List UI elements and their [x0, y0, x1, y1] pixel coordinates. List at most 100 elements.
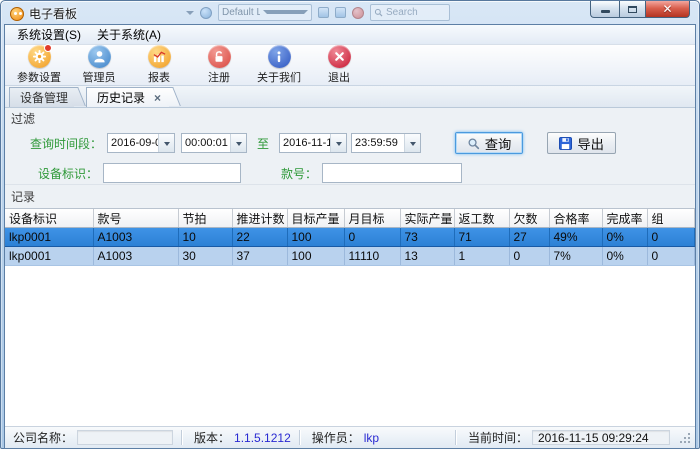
menu-about-system[interactable]: 关于系统(A) [89, 25, 169, 44]
tab-label: 历史记录 [97, 89, 145, 106]
column-header[interactable]: 款号 [93, 209, 178, 228]
cell: 0 [344, 228, 400, 247]
client-area: 系统设置(S) 关于系统(A) 参数设置 管理员 [4, 24, 696, 449]
toolbar-register[interactable]: 注册 [189, 46, 249, 84]
column-header[interactable]: 目标产量 [287, 209, 344, 228]
date-to-picker[interactable]: 2016-11-15 [279, 133, 347, 153]
cell: 13 [400, 247, 454, 266]
layout-combo[interactable]: Default Layout [218, 4, 312, 21]
cell: A1003 [93, 247, 178, 266]
toolbar-reports[interactable]: 报表 [129, 46, 189, 84]
column-header[interactable]: 欠数 [509, 209, 549, 228]
table-row[interactable]: lkp0001 A1003 10 22 100 0 73 71 27 49% 0 [5, 228, 695, 247]
column-header[interactable]: 完成率 [602, 209, 647, 228]
column-header[interactable]: 合格率 [549, 209, 602, 228]
chevron-down-icon[interactable] [330, 134, 346, 152]
date-from-value: 2016-09-01 [108, 137, 158, 149]
column-header[interactable]: 组 [647, 209, 695, 228]
cell: lkp0001 [5, 228, 93, 247]
toolbar-parameter-settings[interactable]: 参数设置 [9, 46, 69, 84]
unlock-icon [208, 45, 231, 68]
grid-header-row: 设备标识 款号 节拍 推进计数 目标产量 月目标 实际产量 返工数 欠数 合格率 [5, 209, 695, 228]
filter-group-label: 过滤 [5, 108, 695, 127]
toolbar-exit[interactable]: 退出 [309, 46, 369, 84]
date-from-picker[interactable]: 2016-09-01 [107, 133, 175, 153]
close-icon: ✕ [662, 3, 672, 15]
table-row[interactable]: lkp0001 A1003 30 37 100 11110 13 1 0 7% [5, 247, 695, 266]
tab-device-management[interactable]: 设备管理 [9, 87, 74, 107]
layout-combo-value: Default Layout [222, 7, 260, 18]
toolbar-administrator[interactable]: 管理员 [69, 46, 129, 84]
gear-icon [28, 45, 51, 68]
record-icon[interactable] [352, 7, 364, 19]
cell: lkp0001 [5, 247, 93, 266]
minimize-button[interactable] [590, 1, 619, 18]
device-id-label: 设备标识： [38, 165, 98, 182]
export-button[interactable]: 导出 [547, 132, 616, 154]
chevron-down-icon[interactable] [158, 134, 174, 152]
menu-system-settings[interactable]: 系统设置(S) [9, 25, 89, 44]
window-title: 电子看板 [29, 5, 77, 22]
save-layout-icon[interactable] [318, 7, 329, 18]
filter-buttons: 查询 导出 [455, 132, 616, 154]
filter-row-keys: 设备标识： 款号： [38, 162, 695, 184]
chevron-down-icon[interactable] [230, 134, 246, 152]
time-from-picker[interactable]: 00:00:01 [181, 133, 247, 153]
cell: 100 [287, 247, 344, 266]
load-layout-icon[interactable] [335, 7, 346, 18]
chart-icon [148, 45, 171, 68]
style-no-label: 款号： [281, 165, 317, 182]
resize-grip-icon[interactable] [678, 431, 691, 444]
cell: 10 [178, 228, 232, 247]
to-label: 至 [257, 135, 269, 152]
layout-icon[interactable] [200, 7, 212, 19]
toolbar-item-label: 管理员 [83, 69, 116, 85]
device-id-input[interactable] [103, 163, 241, 183]
time-to-picker[interactable]: 23:59:59 [351, 133, 421, 153]
version-label: 版本： [194, 429, 230, 446]
records-grid: 设备标识 款号 节拍 推进计数 目标产量 月目标 实际产量 返工数 欠数 合格率 [5, 208, 695, 426]
filter-row-time: 查询时间段： 2016-09-01 00:00:01 至 2016-11-15 [30, 132, 695, 154]
time-from-value: 00:00:01 [182, 137, 230, 149]
statusbar: 公司名称： 版本： 1.1.5.1212 操作员： lkp 当前时间： 2016… [5, 426, 695, 448]
column-header[interactable]: 月目标 [344, 209, 400, 228]
cell: 11110 [344, 247, 400, 266]
cell: 7% [549, 247, 602, 266]
window-controls: ✕ [590, 1, 690, 18]
operator-label: 操作员： [312, 429, 360, 446]
column-header[interactable]: 实际产量 [400, 209, 454, 228]
query-button[interactable]: 查询 [455, 132, 524, 154]
chevron-down-icon[interactable] [404, 134, 420, 152]
current-time-value: 2016-11-15 09:29:24 [532, 430, 670, 445]
quick-access-toolbar: Default Layout Search [186, 4, 450, 21]
app-icon [10, 7, 24, 21]
notification-badge [44, 44, 52, 52]
statusbar-divider [181, 430, 182, 445]
statusbar-divider [455, 430, 456, 445]
operator-value: lkp [364, 431, 379, 445]
toolbar-item-label: 注册 [208, 69, 230, 85]
style-no-input[interactable] [322, 163, 462, 183]
toolbar-about-us[interactable]: 关于我们 [249, 46, 309, 84]
maximize-button[interactable] [619, 1, 646, 18]
time-range-label: 查询时间段： [30, 135, 102, 152]
cell: 100 [287, 228, 344, 247]
cell: 0% [602, 247, 647, 266]
cell: 30 [178, 247, 232, 266]
statusbar-divider [299, 430, 300, 445]
titlebar-search-input[interactable]: Search [370, 4, 450, 21]
maximize-icon [628, 6, 637, 13]
history-records-page: 过滤 查询时间段： 2016-09-01 00:00:01 至 2016-11-… [5, 108, 695, 426]
tab-close-icon[interactable]: × [152, 92, 163, 104]
chevron-down-icon[interactable] [186, 11, 194, 19]
column-header[interactable]: 设备标识 [5, 209, 93, 228]
tab-history-records[interactable]: 历史记录 × [86, 87, 169, 107]
column-header[interactable]: 节拍 [178, 209, 232, 228]
cell: A1003 [93, 228, 178, 247]
titlebar[interactable]: 电子看板 Default Layout Search ✕ [4, 1, 696, 24]
close-button[interactable]: ✕ [646, 1, 690, 18]
company-name-value [77, 430, 173, 445]
column-header[interactable]: 推进计数 [232, 209, 287, 228]
cell: 37 [232, 247, 287, 266]
column-header[interactable]: 返工数 [454, 209, 509, 228]
